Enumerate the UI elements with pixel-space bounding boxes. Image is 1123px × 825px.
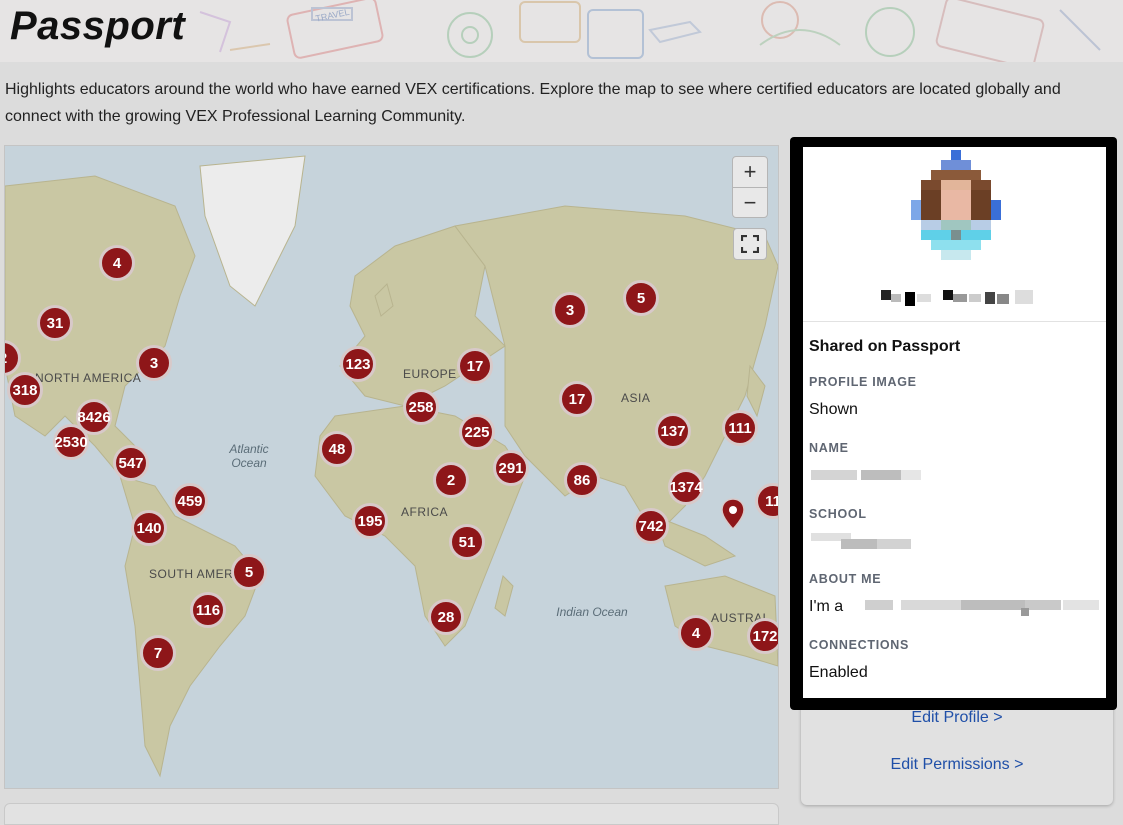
profile-image-value: Shown xyxy=(809,401,858,418)
connections-label: CONNECTIONS xyxy=(809,638,910,652)
cluster-marker[interactable]: 3 xyxy=(552,292,588,328)
edit-permissions-link[interactable]: Edit Permissions > xyxy=(801,756,1113,774)
cluster-marker[interactable]: 547 xyxy=(113,445,149,481)
cluster-marker[interactable]: 111 xyxy=(722,410,758,446)
cluster-marker[interactable]: 28 xyxy=(428,599,464,635)
about-me-label: ABOUT ME xyxy=(809,572,882,586)
passport-sharing-panel: Shared on Passport PROFILE IMAGE Shown N… xyxy=(803,147,1106,698)
zoom-out-button[interactable]: − xyxy=(733,188,767,218)
cluster-marker[interactable]: 17 xyxy=(559,381,595,417)
cluster-marker[interactable]: 123 xyxy=(340,346,376,382)
school-value-redacted xyxy=(811,533,911,549)
cluster-marker[interactable]: 51 xyxy=(449,524,485,560)
cluster-marker[interactable]: 195 xyxy=(352,503,388,539)
ocean-label-indian: Indian Ocean xyxy=(556,605,628,619)
page-title: Passport xyxy=(10,4,186,48)
continent-label-south-america: SOUTH AMER xyxy=(149,567,234,581)
cluster-marker[interactable]: 2 xyxy=(433,462,469,498)
shared-section-title: Shared on Passport xyxy=(809,338,961,355)
cluster-marker[interactable]: 291 xyxy=(493,450,529,486)
zoom-control: + − xyxy=(732,156,768,218)
ocean-label-atlantic: Atlantic Ocean xyxy=(229,442,269,470)
cluster-marker[interactable]: 116 xyxy=(190,592,226,628)
name-value-redacted xyxy=(811,470,921,480)
cluster-marker[interactable]: 225 xyxy=(459,414,495,450)
cluster-marker[interactable]: 137 xyxy=(655,413,691,449)
continent-label-north-america: NORTH AMERICA xyxy=(35,371,142,385)
cluster-marker[interactable]: 86 xyxy=(564,462,600,498)
location-pin-icon[interactable] xyxy=(721,498,745,530)
cluster-marker[interactable]: 17 xyxy=(457,348,493,384)
cluster-marker[interactable]: 4 xyxy=(678,615,714,651)
page-intro: Highlights educators around the world wh… xyxy=(5,81,1061,125)
continent-label-asia: ASIA xyxy=(621,391,651,405)
edit-profile-link[interactable]: Edit Profile > xyxy=(801,709,1113,727)
about-me-value: I'm a xyxy=(809,598,844,615)
cluster-marker[interactable]: 4 xyxy=(99,245,135,281)
header-banner: TRAVEL Passport xyxy=(0,0,1123,62)
cluster-marker[interactable]: 258 xyxy=(403,389,439,425)
profile-avatar xyxy=(911,150,1001,260)
cluster-marker[interactable]: 459 xyxy=(172,483,208,519)
continent-label-europe: EUROPE xyxy=(403,367,457,381)
lower-panel xyxy=(4,803,779,825)
fullscreen-button[interactable] xyxy=(733,228,767,260)
cluster-marker[interactable]: 5 xyxy=(623,280,659,316)
zoom-in-button[interactable]: + xyxy=(733,157,767,188)
cluster-marker[interactable]: 318 xyxy=(7,372,43,408)
name-redacted xyxy=(881,290,1033,306)
cluster-marker[interactable]: 172 xyxy=(747,618,778,654)
cluster-marker[interactable]: 742 xyxy=(633,508,669,544)
profile-image-label: PROFILE IMAGE xyxy=(809,375,917,389)
connections-value: Enabled xyxy=(809,664,868,681)
name-label: NAME xyxy=(809,441,849,455)
cluster-marker[interactable]: 140 xyxy=(131,510,167,546)
cluster-marker[interactable]: 3 xyxy=(136,345,172,381)
cluster-marker[interactable]: 31 xyxy=(37,305,73,341)
cluster-marker[interactable]: 1374 xyxy=(668,469,704,505)
about-me-redacted xyxy=(865,600,1099,616)
fullscreen-icon xyxy=(741,235,759,253)
world-map[interactable]: NORTH AMERICA EUROPE ASIA AFRICA SOUTH A… xyxy=(4,145,779,789)
panel-divider xyxy=(803,321,1106,322)
school-label: SCHOOL xyxy=(809,507,867,521)
continent-label-africa: AFRICA xyxy=(401,505,449,519)
cluster-marker[interactable]: 7 xyxy=(140,635,176,671)
cluster-marker[interactable]: 5 xyxy=(231,554,267,590)
cluster-marker[interactable]: 2530 xyxy=(53,424,89,460)
cluster-marker[interactable]: 48 xyxy=(319,431,355,467)
